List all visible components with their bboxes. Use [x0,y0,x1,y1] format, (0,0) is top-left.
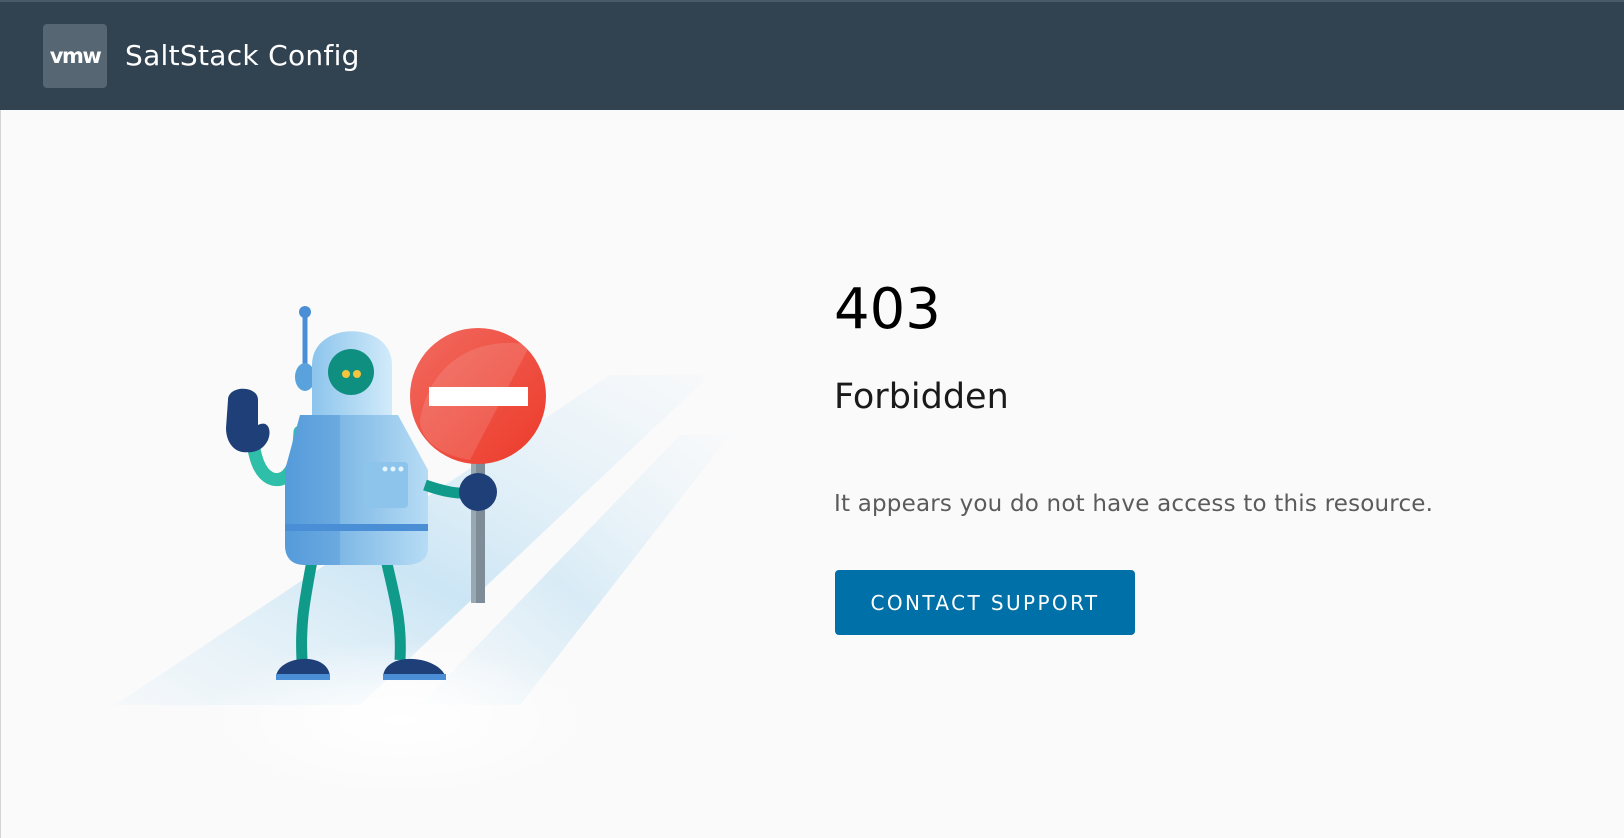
error-title: Forbidden [834,377,1009,417]
vmware-logo[interactable]: vmw [43,24,107,88]
app-title[interactable]: SaltStack Config [125,38,360,74]
top-header: vmw SaltStack Config [0,0,1624,110]
robot-with-stop-sign-icon [115,306,730,800]
error-code: 403 [834,277,941,342]
error-message: It appears you do not have access to thi… [834,491,1434,517]
contact-support-button[interactable]: CONTACT SUPPORT [835,570,1135,635]
